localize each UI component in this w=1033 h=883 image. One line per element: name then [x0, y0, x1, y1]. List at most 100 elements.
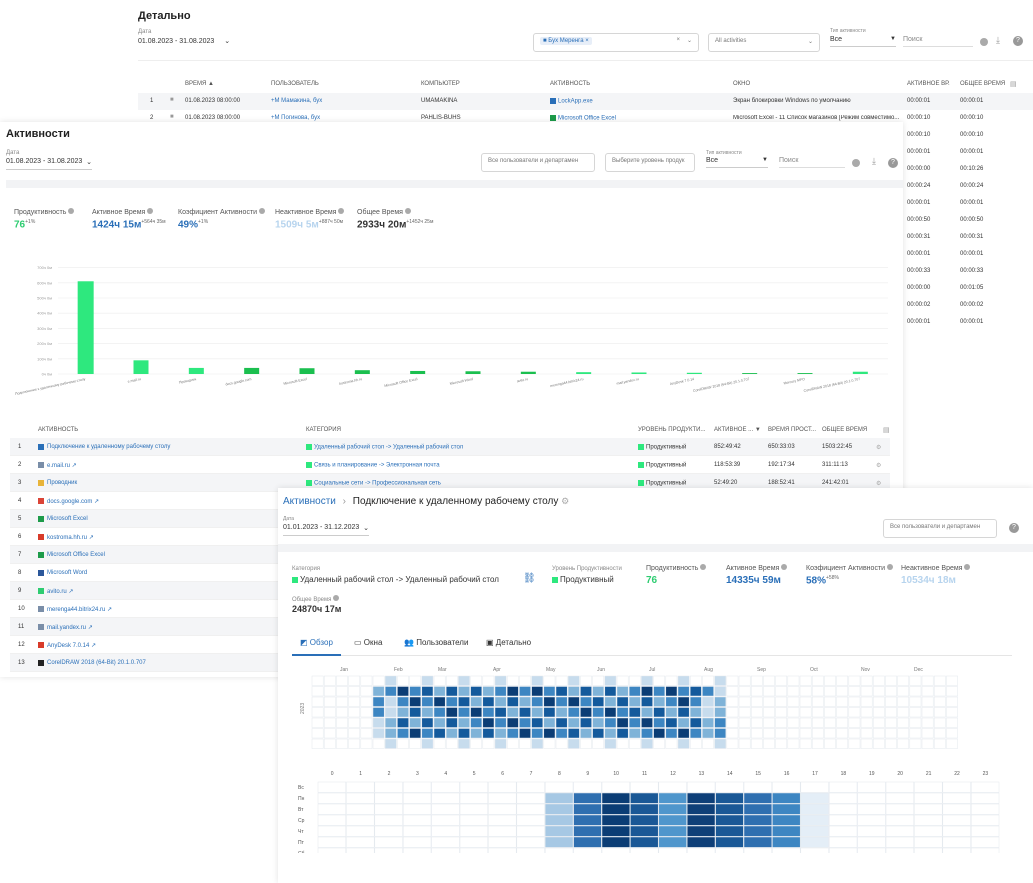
- heatmap-cell[interactable]: [828, 825, 858, 837]
- heatmap-cell[interactable]: [397, 675, 409, 686]
- heatmap-cell[interactable]: [348, 728, 361, 739]
- heatmap-cell[interactable]: [811, 696, 824, 707]
- heatmap-cell[interactable]: [384, 728, 397, 739]
- heatmap-cell[interactable]: [397, 707, 409, 718]
- heatmap-cell[interactable]: [942, 803, 971, 815]
- heatmap-cell[interactable]: [506, 696, 519, 707]
- row-activity-name[interactable]: e.mail.ru ↗: [47, 462, 77, 469]
- heatmap-cell[interactable]: [458, 738, 470, 749]
- info-icon[interactable]: [887, 564, 894, 570]
- heatmap-cell[interactable]: [828, 781, 858, 793]
- heatmap-cell[interactable]: [677, 738, 690, 749]
- heatmap-cell[interactable]: [592, 686, 605, 697]
- bar[interactable]: [520, 371, 536, 374]
- heatmap-cell[interactable]: [616, 728, 629, 739]
- heatmap-cell[interactable]: [653, 696, 666, 707]
- heatmap-cell[interactable]: [750, 675, 763, 686]
- heatmap-cell[interactable]: [409, 696, 422, 707]
- heatmap-cell[interactable]: [775, 675, 788, 686]
- heatmap-cell[interactable]: [482, 675, 495, 686]
- heatmap-cell[interactable]: [824, 707, 836, 718]
- heatmap-cell[interactable]: [458, 675, 470, 686]
- table-row[interactable]: 12 AnyDesk 7.0.14 ↗: [10, 636, 278, 654]
- heatmap-cell[interactable]: [909, 728, 922, 739]
- heatmap-cell[interactable]: [459, 847, 489, 853]
- heatmap-cell[interactable]: [601, 836, 631, 848]
- heatmap-cell[interactable]: [857, 847, 886, 853]
- col-category[interactable]: Категория: [306, 427, 341, 433]
- heatmap-cell[interactable]: [323, 675, 336, 686]
- heatmap-cell[interactable]: [970, 847, 1000, 853]
- heatmap-cell[interactable]: [914, 814, 943, 826]
- heatmap-cell[interactable]: [336, 707, 348, 718]
- heatmap-cell[interactable]: [738, 728, 751, 739]
- heatmap-cell[interactable]: [872, 696, 885, 707]
- info-icon[interactable]: [852, 159, 860, 167]
- heatmap-cell[interactable]: [592, 728, 605, 739]
- heatmap-cell[interactable]: [653, 738, 666, 749]
- heatmap-cell[interactable]: [506, 675, 519, 686]
- heatmap-cell[interactable]: [431, 825, 460, 837]
- heatmap-cell[interactable]: [604, 728, 617, 739]
- heatmap-cell[interactable]: [458, 717, 470, 728]
- heatmap-cell[interactable]: [482, 728, 495, 739]
- heatmap-cell[interactable]: [531, 696, 544, 707]
- heatmap-cell[interactable]: [317, 836, 347, 848]
- table-row[interactable]: 00:00:33 00:00:33: [903, 263, 1033, 280]
- heatmap-cell[interactable]: [628, 738, 641, 749]
- heatmap-cell[interactable]: [836, 717, 849, 728]
- row-activity-name[interactable]: Microsoft Excel: [47, 516, 88, 522]
- heatmap-cell[interactable]: [458, 686, 470, 697]
- heatmap-cell[interactable]: [641, 717, 653, 728]
- heatmap-cell[interactable]: [641, 675, 653, 686]
- row-activity-name[interactable]: Microsoft Word: [47, 570, 87, 576]
- heatmap-cell[interactable]: [921, 686, 934, 697]
- heatmap-cell[interactable]: [531, 675, 544, 686]
- heatmap-cell[interactable]: [946, 707, 958, 718]
- col-activity[interactable]: Активность: [38, 427, 78, 433]
- heatmap-cell[interactable]: [828, 803, 858, 815]
- heatmap-cell[interactable]: [630, 792, 659, 804]
- heatmap-cell[interactable]: [686, 836, 716, 848]
- heatmap-cell[interactable]: [689, 686, 702, 697]
- heatmap-cell[interactable]: [519, 696, 531, 707]
- heatmap-cell[interactable]: [885, 792, 915, 804]
- heatmap-cell[interactable]: [311, 696, 324, 707]
- heatmap-cell[interactable]: [374, 814, 403, 826]
- heatmap-cell[interactable]: [317, 781, 347, 793]
- heatmap-cell[interactable]: [360, 696, 373, 707]
- heatmap-cell[interactable]: [433, 728, 446, 739]
- columns-icon[interactable]: ▤: [1010, 80, 1017, 88]
- heatmap-cell[interactable]: [686, 803, 716, 815]
- heatmap-cell[interactable]: [970, 825, 1000, 837]
- heatmap-cell[interactable]: [885, 836, 915, 848]
- info-icon[interactable]: [147, 208, 154, 214]
- heatmap-cell[interactable]: [601, 847, 631, 853]
- heatmap-cell[interactable]: [787, 728, 800, 739]
- heatmap-cell[interactable]: [848, 717, 861, 728]
- heatmap-cell[interactable]: [885, 738, 897, 749]
- heatmap-cell[interactable]: [459, 781, 489, 793]
- heatmap-cell[interactable]: [543, 728, 556, 739]
- heatmap-cell[interactable]: [458, 696, 470, 707]
- row-activity-name[interactable]: Проводник: [47, 480, 77, 486]
- heatmap-cell[interactable]: [702, 675, 714, 686]
- heatmap-cell[interactable]: [519, 675, 531, 686]
- heatmap-cell[interactable]: [516, 814, 545, 826]
- heatmap-cell[interactable]: [665, 675, 678, 686]
- heatmap-cell[interactable]: [374, 825, 403, 837]
- heatmap-cell[interactable]: [942, 825, 971, 837]
- bar[interactable]: [410, 370, 426, 374]
- heatmap-cell[interactable]: [311, 686, 324, 697]
- group-filter[interactable]: ■ Бух Меренга × × ⌄: [533, 33, 699, 52]
- heatmap-cell[interactable]: [433, 675, 446, 686]
- heatmap-cell[interactable]: [689, 696, 702, 707]
- heatmap-cell[interactable]: [348, 707, 361, 718]
- heatmap-cell[interactable]: [702, 707, 714, 718]
- heatmap-cell[interactable]: [848, 686, 861, 697]
- info-icon[interactable]: [700, 564, 707, 570]
- heatmap-cell[interactable]: [630, 814, 659, 826]
- heatmap-cell[interactable]: [750, 686, 763, 697]
- row-user[interactable]: +М Мамакина, бух: [271, 98, 322, 104]
- heatmap-cell[interactable]: [653, 728, 666, 739]
